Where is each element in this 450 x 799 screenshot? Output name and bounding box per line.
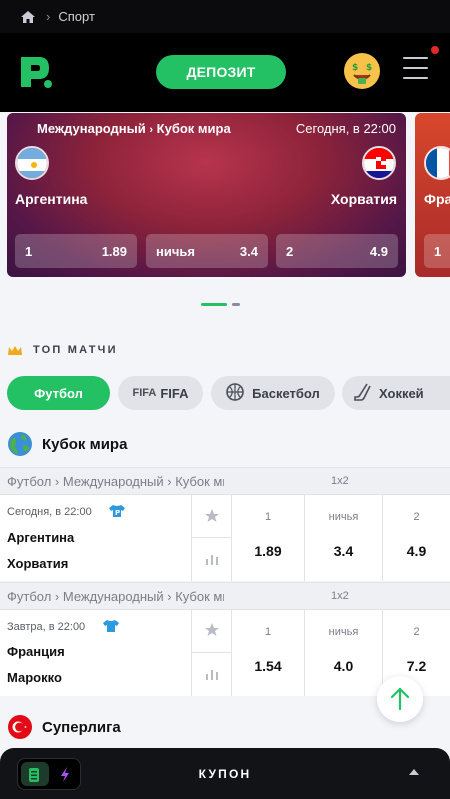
menu-icon[interactable] — [403, 57, 428, 83]
breadcrumb: › Спорт — [0, 0, 450, 33]
featured-home-team: Аргентина — [15, 191, 88, 207]
money-face-icon[interactable]: $ $ — [344, 53, 380, 89]
featured-away-team: Хорватия — [330, 191, 397, 207]
odd-label: 2 — [413, 626, 420, 638]
match-odd-home[interactable]: 1 1.89 — [232, 495, 305, 581]
coupon-bar[interactable]: КУПОН — [0, 748, 450, 799]
svg-text:$: $ — [366, 63, 372, 73]
croatia-flag-icon — [362, 146, 396, 180]
shirt-icon: P — [108, 504, 126, 518]
next-match-team: Фра — [424, 191, 450, 207]
odd-label: ничья — [328, 511, 359, 523]
match-odd-draw[interactable]: ничья 4.0 — [305, 610, 383, 696]
star-icon[interactable] — [204, 622, 220, 643]
pager-dot[interactable] — [232, 303, 240, 306]
star-icon[interactable] — [204, 508, 220, 529]
match-actions — [192, 610, 232, 696]
globe-icon — [7, 431, 33, 457]
chip-hockey[interactable]: Хоккей — [342, 376, 450, 410]
match-market: 1x2 — [331, 475, 349, 487]
featured-odd-away[interactable]: 2 4.9 — [276, 234, 398, 268]
match-header: Футбол › Международный › Кубок мира 1x2 — [0, 468, 450, 495]
match-time: Сегодня, в 22:00 — [7, 506, 92, 518]
match-home-team: Франция — [7, 644, 65, 659]
match-away-team: Марокко — [7, 670, 62, 685]
odd-value: 1.54 — [254, 658, 282, 674]
odd-value: 7.2 — [406, 658, 427, 674]
scroll-top-button[interactable] — [377, 676, 423, 722]
breadcrumb-separator: › — [46, 9, 51, 24]
match-header: Футбол › Международный › Кубок мира 1x2 — [0, 583, 450, 610]
chip-label: FIFA — [160, 385, 189, 401]
match-info[interactable]: Завтра, в 22:00 Франция Марокко — [0, 610, 192, 696]
league-name: Суперлига — [42, 718, 121, 736]
logo-icon[interactable] — [18, 54, 54, 90]
match-away-team: Хорватия — [7, 556, 69, 571]
match-time: Завтра, в 22:00 — [7, 621, 86, 633]
odd-label: ничья — [328, 626, 359, 638]
match-home-team: Аргентина — [7, 530, 75, 545]
chip-label: Баскетбол — [252, 385, 320, 401]
match-odd-away[interactable]: 2 4.9 — [383, 495, 450, 581]
odd-label: 2 — [413, 511, 420, 523]
odd-value: 4.0 — [333, 658, 354, 674]
argentina-flag-icon — [15, 146, 49, 180]
caret-up-icon[interactable] — [409, 769, 419, 775]
match-row[interactable]: Футбол › Международный › Кубок мира 1x2 … — [0, 467, 450, 581]
match-odd-draw[interactable]: ничья 3.4 — [305, 495, 383, 581]
odd-value: 4.9 — [369, 243, 388, 259]
league-header-world-cup[interactable]: Кубок мира — [0, 429, 450, 459]
match-info[interactable]: Сегодня, в 22:00 P Аргентина Хорватия — [0, 495, 192, 581]
coupon-title: КУПОН — [198, 767, 252, 781]
featured-odd-home[interactable]: 1 1.89 — [15, 234, 137, 268]
odd-label: 1 — [264, 626, 272, 638]
arrow-up-icon — [390, 687, 410, 711]
match-path: Футбол › Международный › Кубок мира — [7, 589, 224, 604]
notification-dot — [429, 44, 441, 56]
odd-value: 3.4 — [333, 543, 354, 559]
deposit-button[interactable]: ДЕПОЗИТ — [156, 55, 286, 89]
hockey-icon — [354, 383, 372, 404]
shirt-icon — [102, 619, 120, 633]
match-market: 1x2 — [331, 590, 349, 602]
top-header: ДЕПОЗИТ $ $ — [0, 33, 450, 112]
basketball-icon — [226, 382, 244, 404]
match-actions — [192, 495, 232, 581]
svg-text:$: $ — [352, 63, 358, 73]
odd-value: 1.89 — [254, 543, 282, 559]
odd-label: 1 — [264, 511, 272, 523]
odd-label: 1 — [25, 243, 33, 259]
next-match-odd[interactable]: 1 — [424, 234, 450, 268]
odd-label: 2 — [286, 243, 294, 259]
odd-label: ничья — [156, 243, 195, 259]
chip-fifa[interactable]: FIFA FIFA — [118, 376, 203, 410]
chip-label: Хоккей — [379, 385, 424, 401]
featured-match-card[interactable]: Международный › Кубок мира Сегодня, в 22… — [7, 113, 406, 277]
featured-time: Сегодня, в 22:00 — [295, 121, 396, 136]
pager-dot-active[interactable] — [201, 303, 227, 306]
featured-odd-draw[interactable]: ничья 3.4 — [146, 234, 268, 268]
fifa-icon: FIFA — [132, 387, 157, 399]
chip-football[interactable]: Футбол — [7, 376, 110, 410]
stats-icon[interactable] — [205, 552, 219, 571]
home-icon[interactable] — [20, 10, 36, 24]
top-matches-title: ТОП МАТЧИ — [33, 344, 118, 356]
breadcrumb-current: Спорт — [58, 9, 95, 24]
chip-basketball[interactable]: Баскетбол — [211, 376, 335, 410]
odd-value: 1.89 — [101, 243, 127, 259]
turkey-flag-icon — [7, 714, 33, 740]
svg-text:P: P — [115, 509, 120, 517]
league-name: Кубок мира — [42, 435, 128, 453]
next-match-card[interactable]: Фра 1 — [415, 113, 450, 277]
france-flag-icon — [424, 146, 450, 180]
odd-label: 1 — [434, 243, 442, 259]
crown-icon — [7, 344, 23, 356]
featured-league: Международный › Кубок мира — [37, 121, 231, 136]
stats-icon[interactable] — [205, 667, 219, 686]
chip-label: Футбол — [34, 385, 83, 401]
odd-value: 4.9 — [406, 543, 427, 559]
match-path: Футбол › Международный › Кубок мира — [7, 474, 224, 489]
match-odd-home[interactable]: 1 1.54 — [232, 610, 305, 696]
odd-value: 3.4 — [239, 243, 258, 259]
